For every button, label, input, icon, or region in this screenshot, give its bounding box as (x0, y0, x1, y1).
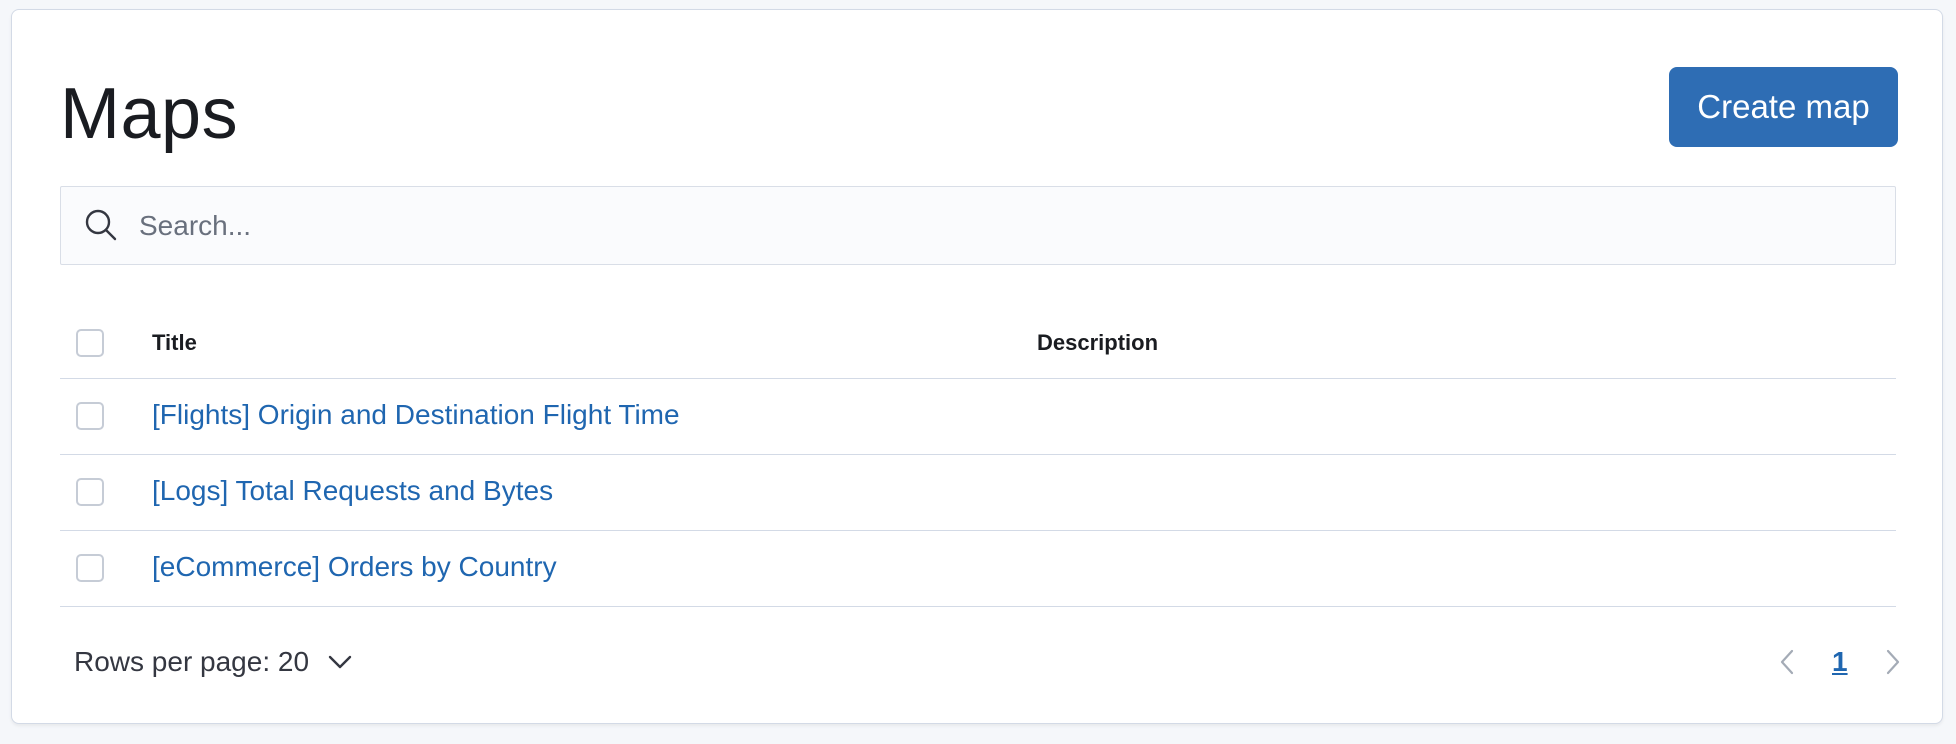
page-title: Maps (60, 74, 239, 154)
chevron-right-icon[interactable] (1880, 647, 1906, 677)
create-map-button[interactable]: Create map (1669, 67, 1898, 147)
table-row: [eCommerce] Orders by Country (60, 531, 1896, 607)
chevron-down-icon (328, 655, 352, 669)
page-number-current[interactable]: 1 (1832, 646, 1848, 678)
column-header-title[interactable]: Title (152, 330, 197, 356)
search-bar[interactable] (60, 186, 1896, 265)
column-header-description: Description (1037, 330, 1159, 355)
rows-per-page-label: Rows per page: 20 (74, 646, 310, 677)
maps-table: Title Description [Flights] Origin and D… (60, 308, 1896, 607)
pagination: 1 (1774, 646, 1906, 678)
table-row: [Flights] Origin and Destination Flight … (60, 379, 1896, 455)
search-input[interactable] (139, 187, 1879, 264)
chevron-left-icon[interactable] (1774, 647, 1800, 677)
row-checkbox[interactable] (76, 402, 104, 430)
row-checkbox[interactable] (76, 554, 104, 582)
search-icon (85, 209, 117, 241)
maps-panel: Maps Create map Title Description [Fligh… (11, 9, 1943, 724)
map-title-link[interactable]: [eCommerce] Orders by Country (152, 551, 557, 583)
map-title-link[interactable]: [Logs] Total Requests and Bytes (152, 475, 553, 507)
rows-per-page-selector[interactable]: Rows per page: 20 (74, 646, 353, 678)
table-header-row: Title Description (60, 308, 1896, 379)
table-row: [Logs] Total Requests and Bytes (60, 455, 1896, 531)
map-title-link[interactable]: [Flights] Origin and Destination Flight … (152, 399, 680, 431)
select-all-checkbox[interactable] (76, 329, 104, 357)
row-checkbox[interactable] (76, 478, 104, 506)
